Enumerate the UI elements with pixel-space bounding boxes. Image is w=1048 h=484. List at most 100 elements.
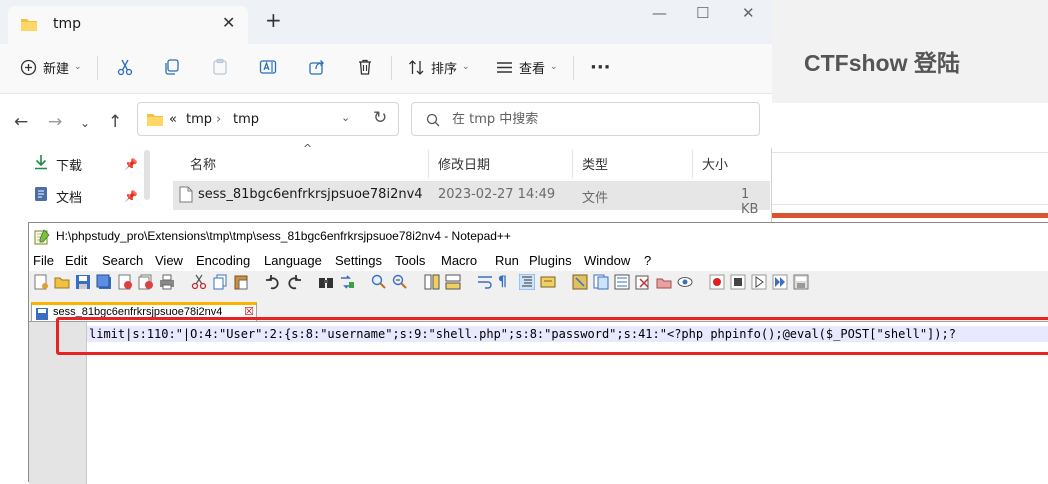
macro-save-icon[interactable]	[793, 274, 809, 290]
user-language-icon[interactable]	[540, 274, 556, 290]
sidebar-item-downloads[interactable]: 下载	[34, 152, 82, 176]
show-all-characters-icon[interactable]: ¶	[498, 274, 514, 290]
up-arrow-icon[interactable]: ↑	[108, 112, 122, 132]
close-file-icon[interactable]	[117, 274, 133, 290]
menu-edit[interactable]: Edit	[65, 253, 87, 268]
cut-icon[interactable]	[191, 274, 207, 290]
menu-file[interactable]: File	[33, 253, 54, 268]
highlight-annotation-box	[56, 317, 1048, 355]
window-close-button[interactable]: ✕	[742, 4, 755, 22]
view-button[interactable]: 查看 ⌄	[496, 44, 558, 90]
menu-tools[interactable]: Tools	[395, 253, 425, 268]
rename-button[interactable]	[259, 44, 277, 90]
chevron-down-icon: ⌄	[74, 62, 82, 72]
redo-icon[interactable]	[286, 274, 302, 290]
word-wrap-icon[interactable]	[477, 274, 493, 290]
macro-play-icon[interactable]	[751, 274, 767, 290]
cut-button[interactable]	[116, 44, 134, 90]
paste-button[interactable]	[211, 44, 229, 90]
close-tab-icon[interactable]: ✕	[222, 13, 235, 32]
menu-window[interactable]: Window	[584, 253, 630, 268]
close-all-icon[interactable]	[138, 274, 154, 290]
file-name: sess_81bgc6enfrkrsjpsuoe78i2nv4	[198, 187, 423, 202]
new-file-icon[interactable]	[33, 274, 49, 290]
save-icon[interactable]	[75, 274, 91, 290]
view-list-icon	[496, 59, 513, 76]
column-header-size[interactable]: 大小	[702, 154, 728, 173]
pin-icon[interactable]: 📌	[124, 190, 138, 203]
tab-label: tmp	[53, 16, 82, 32]
open-file-icon[interactable]	[54, 274, 70, 290]
search-icon	[426, 112, 440, 131]
menu-language[interactable]: Language	[264, 253, 322, 268]
copy-icon[interactable]	[212, 274, 228, 290]
doc-map-icon[interactable]	[572, 274, 588, 290]
back-arrow-icon[interactable]: ←	[14, 112, 28, 132]
sidebar-item-documents[interactable]: 文档	[34, 184, 82, 208]
save-all-icon[interactable]	[96, 274, 112, 290]
paste-icon[interactable]	[233, 274, 249, 290]
sync-horizontal-icon[interactable]	[445, 274, 461, 290]
sidebar-scrollbar[interactable]	[144, 150, 150, 200]
menu-run[interactable]: Run	[495, 253, 519, 268]
search-input[interactable]	[452, 109, 752, 129]
sort-icon	[408, 59, 425, 76]
print-icon[interactable]	[159, 274, 175, 290]
chevron-down-icon: ⌄	[462, 62, 470, 72]
plus-circle-icon	[20, 59, 37, 76]
copy-button[interactable]	[163, 44, 181, 90]
breadcrumb-item[interactable]: tmp	[186, 112, 212, 127]
notepad-menu-bar: File Edit Search View Encoding Language …	[29, 251, 1048, 271]
more-options-button[interactable]: ···	[590, 44, 611, 90]
menu-settings[interactable]: Settings	[335, 253, 382, 268]
divider	[772, 204, 1048, 205]
file-row[interactable]: sess_81bgc6enfrkrsjpsuoe78i2nv4 2023-02-…	[173, 181, 770, 217]
menu-view[interactable]: View	[155, 253, 183, 268]
delete-button[interactable]	[356, 44, 374, 90]
sort-label: 排序	[431, 61, 458, 77]
folder-as-workspace-icon[interactable]	[635, 274, 651, 290]
sync-vertical-icon[interactable]	[424, 274, 440, 290]
forward-arrow-icon[interactable]: →	[48, 112, 62, 132]
indent-guide-icon[interactable]	[518, 273, 536, 291]
trash-icon	[356, 58, 374, 76]
divider	[391, 56, 392, 80]
chevron-down-icon[interactable]: ⌄	[341, 111, 350, 124]
explorer-tab[interactable]: tmp ✕	[8, 6, 248, 44]
macro-record-icon[interactable]	[709, 274, 725, 290]
monitoring-eye-icon[interactable]	[677, 274, 693, 290]
explorer-tab-bar: tmp ✕ + — ☐ ✕	[0, 0, 772, 44]
column-header-date[interactable]: 修改日期	[438, 154, 490, 173]
page-title: CTFshow 登陆	[804, 50, 960, 76]
menu-help[interactable]: ?	[644, 253, 651, 268]
refresh-icon[interactable]: ↻	[373, 108, 387, 128]
function-list-icon[interactable]	[614, 274, 630, 290]
macro-stop-icon[interactable]	[730, 274, 746, 290]
project-panel-icon[interactable]	[656, 274, 672, 290]
zoom-out-icon[interactable]	[392, 274, 408, 290]
menu-macro[interactable]: Macro	[441, 253, 477, 268]
menu-search[interactable]: Search	[102, 253, 143, 268]
share-button[interactable]	[308, 44, 326, 90]
zoom-in-icon[interactable]	[371, 274, 387, 290]
undo-icon[interactable]	[265, 274, 281, 290]
new-button[interactable]: 新建 ⌄	[20, 44, 82, 90]
find-icon[interactable]	[318, 274, 334, 290]
doc-list-icon[interactable]	[593, 274, 609, 290]
maximize-button[interactable]: ☐	[696, 4, 709, 22]
breadcrumb-overflow[interactable]: «	[169, 112, 177, 127]
replace-icon[interactable]	[339, 274, 355, 290]
document-icon	[34, 186, 48, 206]
minimize-button[interactable]: —	[652, 4, 667, 22]
menu-plugins[interactable]: Plugins	[529, 253, 572, 268]
sort-button[interactable]: 排序 ⌄	[408, 44, 470, 90]
menu-encoding[interactable]: Encoding	[196, 253, 250, 268]
macro-run-multiple-icon[interactable]	[772, 274, 788, 290]
column-header-type[interactable]: 类型	[582, 154, 608, 173]
pin-icon[interactable]: 📌	[124, 158, 138, 171]
new-tab-button[interactable]: +	[265, 10, 282, 30]
address-bar[interactable]: « tmp › tmp ⌄ ↻	[137, 102, 399, 136]
column-header-name[interactable]: 名称	[190, 154, 216, 173]
recent-locations-chevron-icon[interactable]: ⌄	[80, 116, 90, 130]
breadcrumb-item[interactable]: tmp	[233, 112, 259, 127]
